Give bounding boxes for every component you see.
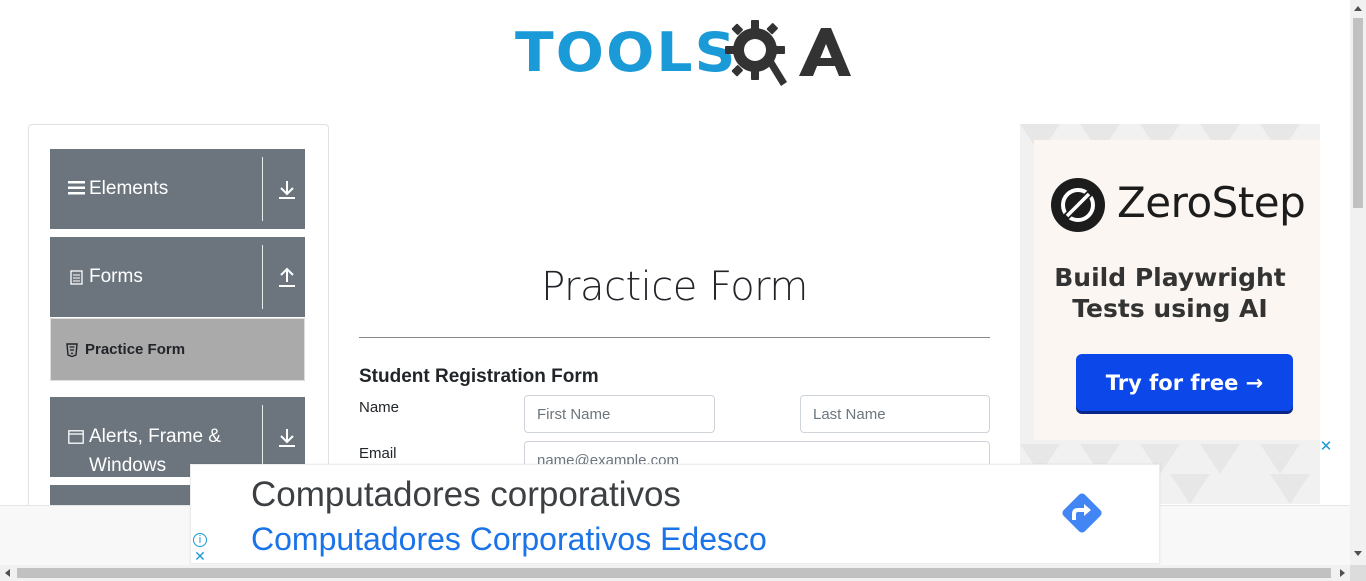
document-icon <box>67 270 85 285</box>
last-name-placeholder: Last Name <box>813 405 886 423</box>
upload-arrow-icon[interactable] <box>277 267 297 289</box>
html5-icon <box>66 343 78 357</box>
ad-subline[interactable]: Computadores Corporativos Edesco <box>251 521 767 558</box>
title-divider <box>359 337 990 338</box>
gear-magnifier-icon <box>725 20 787 86</box>
divider <box>262 157 263 221</box>
horizontal-scrollbar[interactable] <box>0 565 1350 581</box>
try-for-free-button[interactable]: Try for free → <box>1076 354 1293 411</box>
page-title: Practice Form <box>541 264 808 310</box>
form-title: Student Registration Form <box>359 366 599 387</box>
ad-close-icon[interactable]: ✕ <box>1319 439 1333 454</box>
hamburger-icon <box>67 180 85 195</box>
vertical-scrollbar[interactable] <box>1350 0 1366 565</box>
logo-a-letter <box>799 28 851 76</box>
ad-headline[interactable]: Computadores corporativos <box>251 475 681 515</box>
sidebar-item-label: Practice Form <box>85 341 186 358</box>
scroll-down-icon[interactable] <box>1354 551 1362 556</box>
zerostep-logo-icon <box>1051 178 1105 232</box>
sidebar-group-forms[interactable]: Forms <box>50 237 305 317</box>
tagline-line-1: Build Playwright <box>1054 263 1286 292</box>
scrollbar-thumb[interactable] <box>17 568 1331 578</box>
download-arrow-icon[interactable] <box>277 427 297 449</box>
directions-arrow-icon[interactable] <box>1057 488 1107 538</box>
sidebar-group-elements[interactable]: Elements <box>50 149 305 229</box>
email-label: Email <box>359 445 397 462</box>
download-arrow-icon[interactable] <box>277 179 297 201</box>
logo-tools-text: TOOLS <box>515 21 738 84</box>
zerostep-brand: ZeroStep <box>1117 178 1306 227</box>
ad-close-icon[interactable]: ✕ <box>193 549 207 563</box>
ad-info-icon[interactable]: i <box>193 533 207 547</box>
ad-card: ZeroStep Build Playwright Tests using AI… <box>1034 140 1320 440</box>
scrollbar-thumb[interactable] <box>1353 18 1363 208</box>
window-icon <box>67 430 85 444</box>
tagline-line-2: Tests using AI <box>1072 294 1268 323</box>
scrollbar-corner <box>1350 565 1366 581</box>
zerostep-tagline: Build Playwright Tests using AI <box>1020 262 1320 324</box>
bottom-banner-ad[interactable]: Computadores corporativos Computadores C… <box>190 464 1160 564</box>
first-name-input[interactable]: First Name <box>524 395 715 433</box>
first-name-placeholder: First Name <box>537 405 611 423</box>
sidebar-item-practice-form[interactable]: Practice Form <box>50 318 305 381</box>
divider <box>262 245 263 309</box>
toolsqa-logo[interactable]: TOOLS <box>515 16 851 90</box>
divider <box>262 405 263 469</box>
last-name-input[interactable]: Last Name <box>800 395 990 433</box>
scroll-up-icon[interactable] <box>1354 6 1362 11</box>
sidebar-group-label: Forms <box>89 266 143 287</box>
zerostep-ad[interactable]: ZeroStep Build Playwright Tests using AI… <box>1020 124 1320 504</box>
sidebar-group-label: Elements <box>89 178 169 199</box>
scroll-left-icon[interactable] <box>5 569 10 577</box>
name-label: Name <box>359 399 400 416</box>
scroll-right-icon[interactable] <box>1340 569 1345 577</box>
